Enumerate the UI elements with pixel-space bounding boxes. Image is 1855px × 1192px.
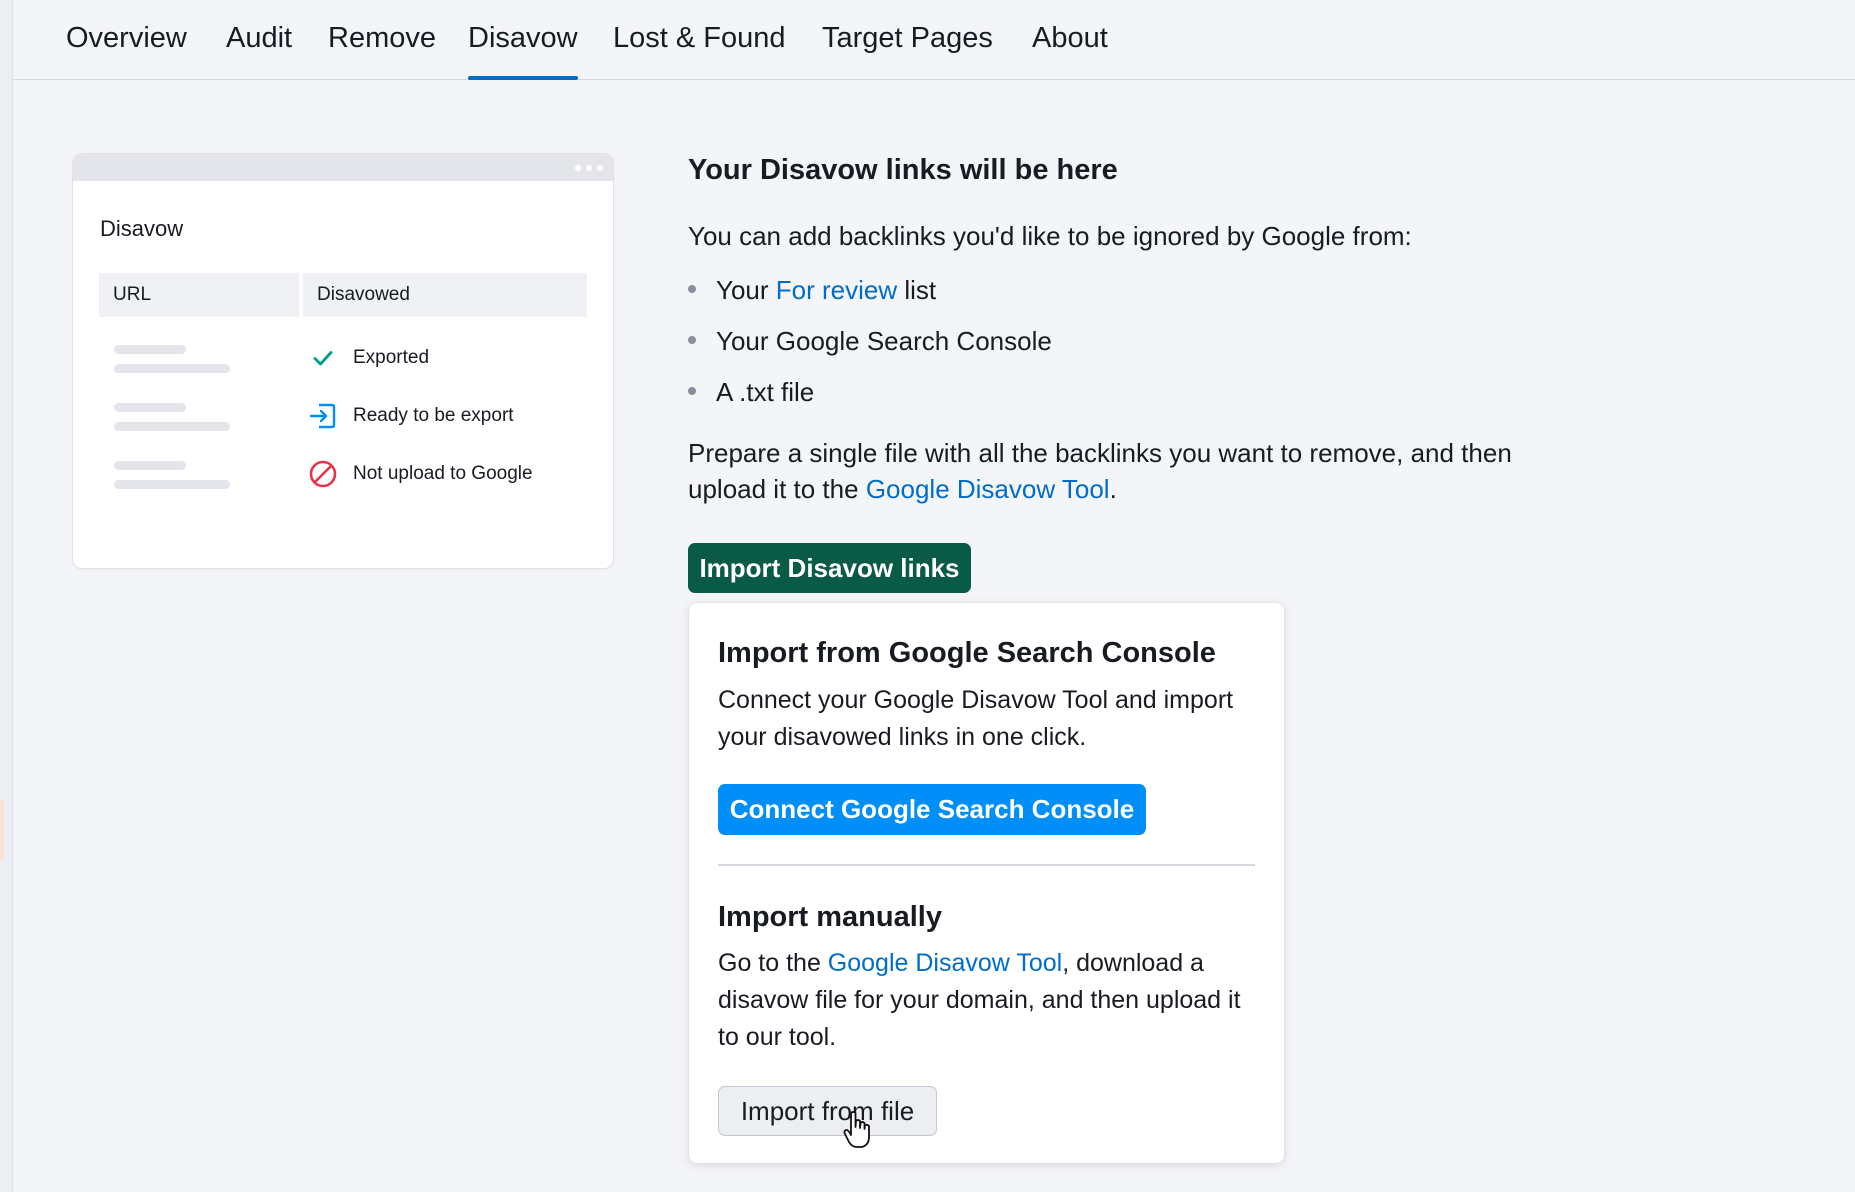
prepare-text: Prepare a single file with all the backl… [688, 435, 1588, 507]
placeholder-line [114, 364, 230, 373]
tab-disavow[interactable]: Disavow [468, 22, 578, 80]
placeholder-line [114, 403, 186, 412]
bullet-text: Your [716, 275, 776, 305]
empty-state-heading: Your Disavow links will be here [688, 154, 1118, 186]
tab-remove[interactable]: Remove [328, 22, 436, 79]
status-row: Ready to be export [307, 399, 514, 433]
more-dots-icon [575, 165, 603, 171]
bullet-text: Your Google Search Console [716, 326, 1052, 356]
google-disavow-tool-link[interactable]: Google Disavow Tool [866, 474, 1110, 504]
bullet-dot [688, 285, 696, 294]
tab-overview[interactable]: Overview [66, 22, 187, 79]
disavow-illustration-card: Disavow URL Disavowed Exported Ready to … [72, 153, 614, 569]
tab-about[interactable]: About [1032, 22, 1108, 79]
bullet-text: list [897, 275, 937, 305]
for-review-link[interactable]: For review [776, 275, 897, 305]
bullet-dot [688, 387, 696, 396]
tab-audit[interactable]: Audit [226, 22, 292, 79]
google-disavow-tool-link-2[interactable]: Google Disavow Tool [828, 949, 1062, 977]
bullet-gsc: Your Google Search Console [688, 326, 1052, 357]
bullet-txt-file: A .txt file [688, 377, 814, 408]
manual-description: Go to the Google Disavow Tool, download … [718, 945, 1258, 1056]
bullet-for-review: Your For review list [688, 275, 936, 306]
prepare-text-end: . [1109, 474, 1117, 504]
hand-pointer-cursor-icon [842, 1110, 874, 1150]
placeholder-line [114, 422, 230, 431]
card-topbar [73, 154, 613, 181]
bullet-text: A .txt file [716, 377, 815, 407]
check-icon [307, 342, 339, 374]
intro-text: You can add backlinks you'd like to be i… [688, 221, 1412, 251]
tab-target-pages[interactable]: Target Pages [822, 22, 993, 79]
gsc-description: Connect your Google Disavow Tool and imp… [718, 686, 1234, 751]
illustration-title: Disavow [100, 216, 184, 241]
prohibited-icon [307, 458, 339, 490]
column-header-url: URL [99, 273, 299, 317]
status-label: Not upload to Google [353, 463, 533, 484]
bullet-dot [688, 336, 696, 345]
divider [718, 864, 1255, 866]
placeholder-line [114, 345, 186, 354]
import-dropdown-menu: Import from Google Search Console Connec… [689, 603, 1284, 1163]
placeholder-line [114, 480, 230, 489]
status-row: Not upload to Google [307, 457, 533, 491]
status-row: Exported [307, 341, 429, 375]
tab-lost-found[interactable]: Lost & Found [613, 22, 786, 79]
left-sidebar-edge [0, 0, 13, 1192]
manual-text-prefix: Go to the [718, 949, 828, 977]
import-disavow-links-button[interactable]: Import Disavow links [688, 543, 971, 593]
import-from-file-button[interactable]: Import from file [718, 1086, 937, 1136]
status-label: Ready to be export [353, 405, 514, 426]
placeholder-line [114, 461, 186, 470]
connect-gsc-button[interactable]: Connect Google Search Console [718, 784, 1146, 835]
sidebar-marker [0, 800, 4, 860]
column-header-disavowed: Disavowed [303, 273, 587, 317]
status-label: Exported [353, 347, 430, 368]
manual-heading: Import manually [718, 901, 942, 933]
gsc-heading: Import from Google Search Console [718, 637, 1216, 669]
export-icon [307, 400, 339, 432]
tab-bar: Overview Audit Remove Disavow Lost & Fou… [12, 0, 1855, 80]
